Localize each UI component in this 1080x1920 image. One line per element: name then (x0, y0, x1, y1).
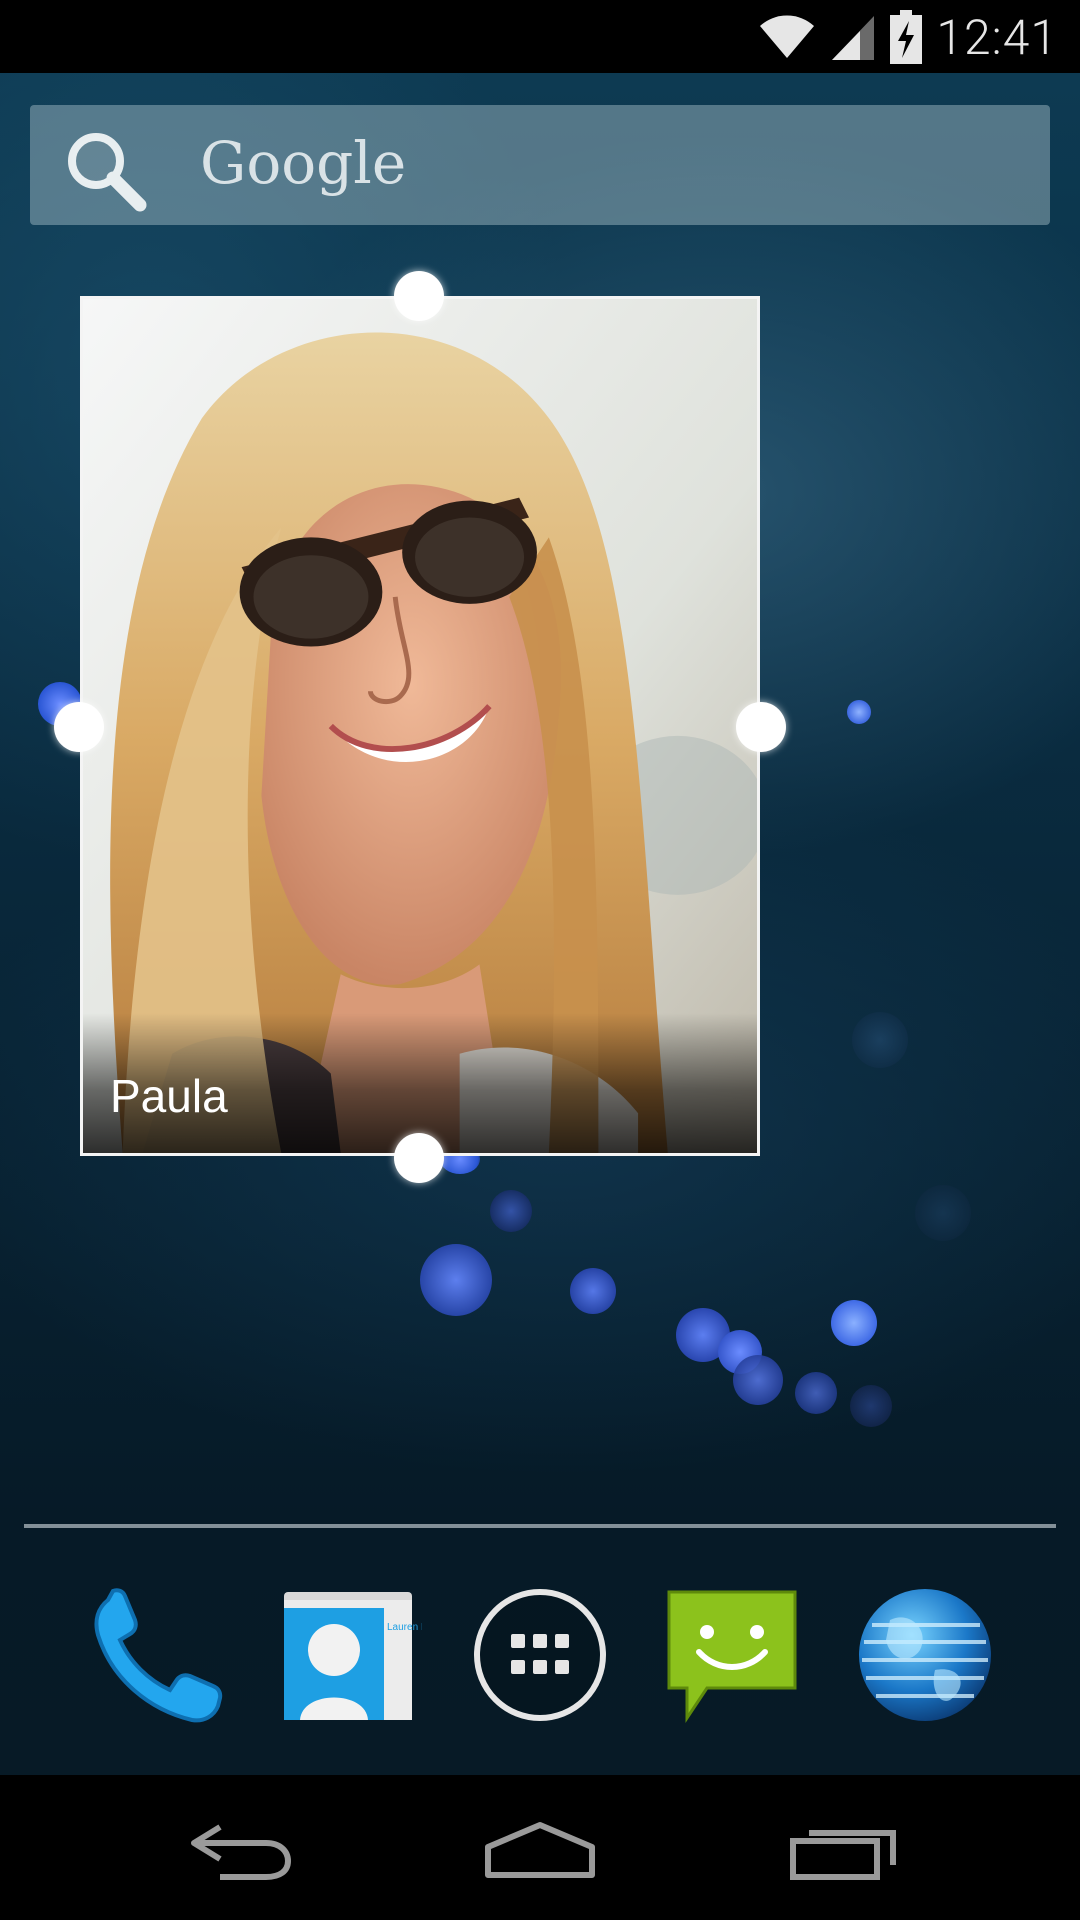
bubble (570, 1268, 616, 1314)
battery-charging-icon (890, 10, 923, 64)
bubble (733, 1355, 783, 1405)
contacts-icon[interactable]: Lauren Ipsum (272, 1580, 422, 1730)
bubble (852, 1012, 908, 1068)
home-icon[interactable] (480, 1815, 600, 1885)
google-label: Google (200, 129, 407, 197)
recents-icon[interactable] (785, 1815, 905, 1885)
status-bar: 12:41 (0, 0, 1080, 73)
clock: 12:41 (936, 8, 1058, 66)
resize-handle-top[interactable] (394, 271, 444, 321)
bubble (915, 1185, 971, 1241)
dock-divider (24, 1524, 1056, 1528)
contact-widget[interactable]: Paula (80, 296, 760, 1156)
resize-handle-left[interactable] (54, 702, 104, 752)
bubble (850, 1385, 892, 1427)
bubble (490, 1190, 532, 1232)
search-icon (68, 133, 147, 212)
phone-icon[interactable] (80, 1580, 230, 1730)
bubble (831, 1300, 877, 1346)
google-search-bar[interactable]: Google (30, 105, 1050, 225)
contacts-card-text: Lauren Ipsum (387, 1622, 422, 1633)
resize-handle-bottom[interactable] (394, 1133, 444, 1183)
app-drawer-icon[interactable] (465, 1580, 615, 1730)
back-icon[interactable] (180, 1815, 300, 1885)
resize-handle-right[interactable] (736, 702, 786, 752)
bubble (420, 1244, 492, 1316)
globe-icon[interactable] (850, 1580, 1000, 1730)
bubble (795, 1372, 837, 1414)
wifi-icon (760, 15, 815, 58)
contact-name: Paula (110, 1070, 228, 1122)
messaging-icon[interactable] (657, 1580, 807, 1730)
bubble (847, 700, 871, 724)
signal-icon (832, 16, 875, 60)
navigation-bar (0, 1775, 1080, 1920)
